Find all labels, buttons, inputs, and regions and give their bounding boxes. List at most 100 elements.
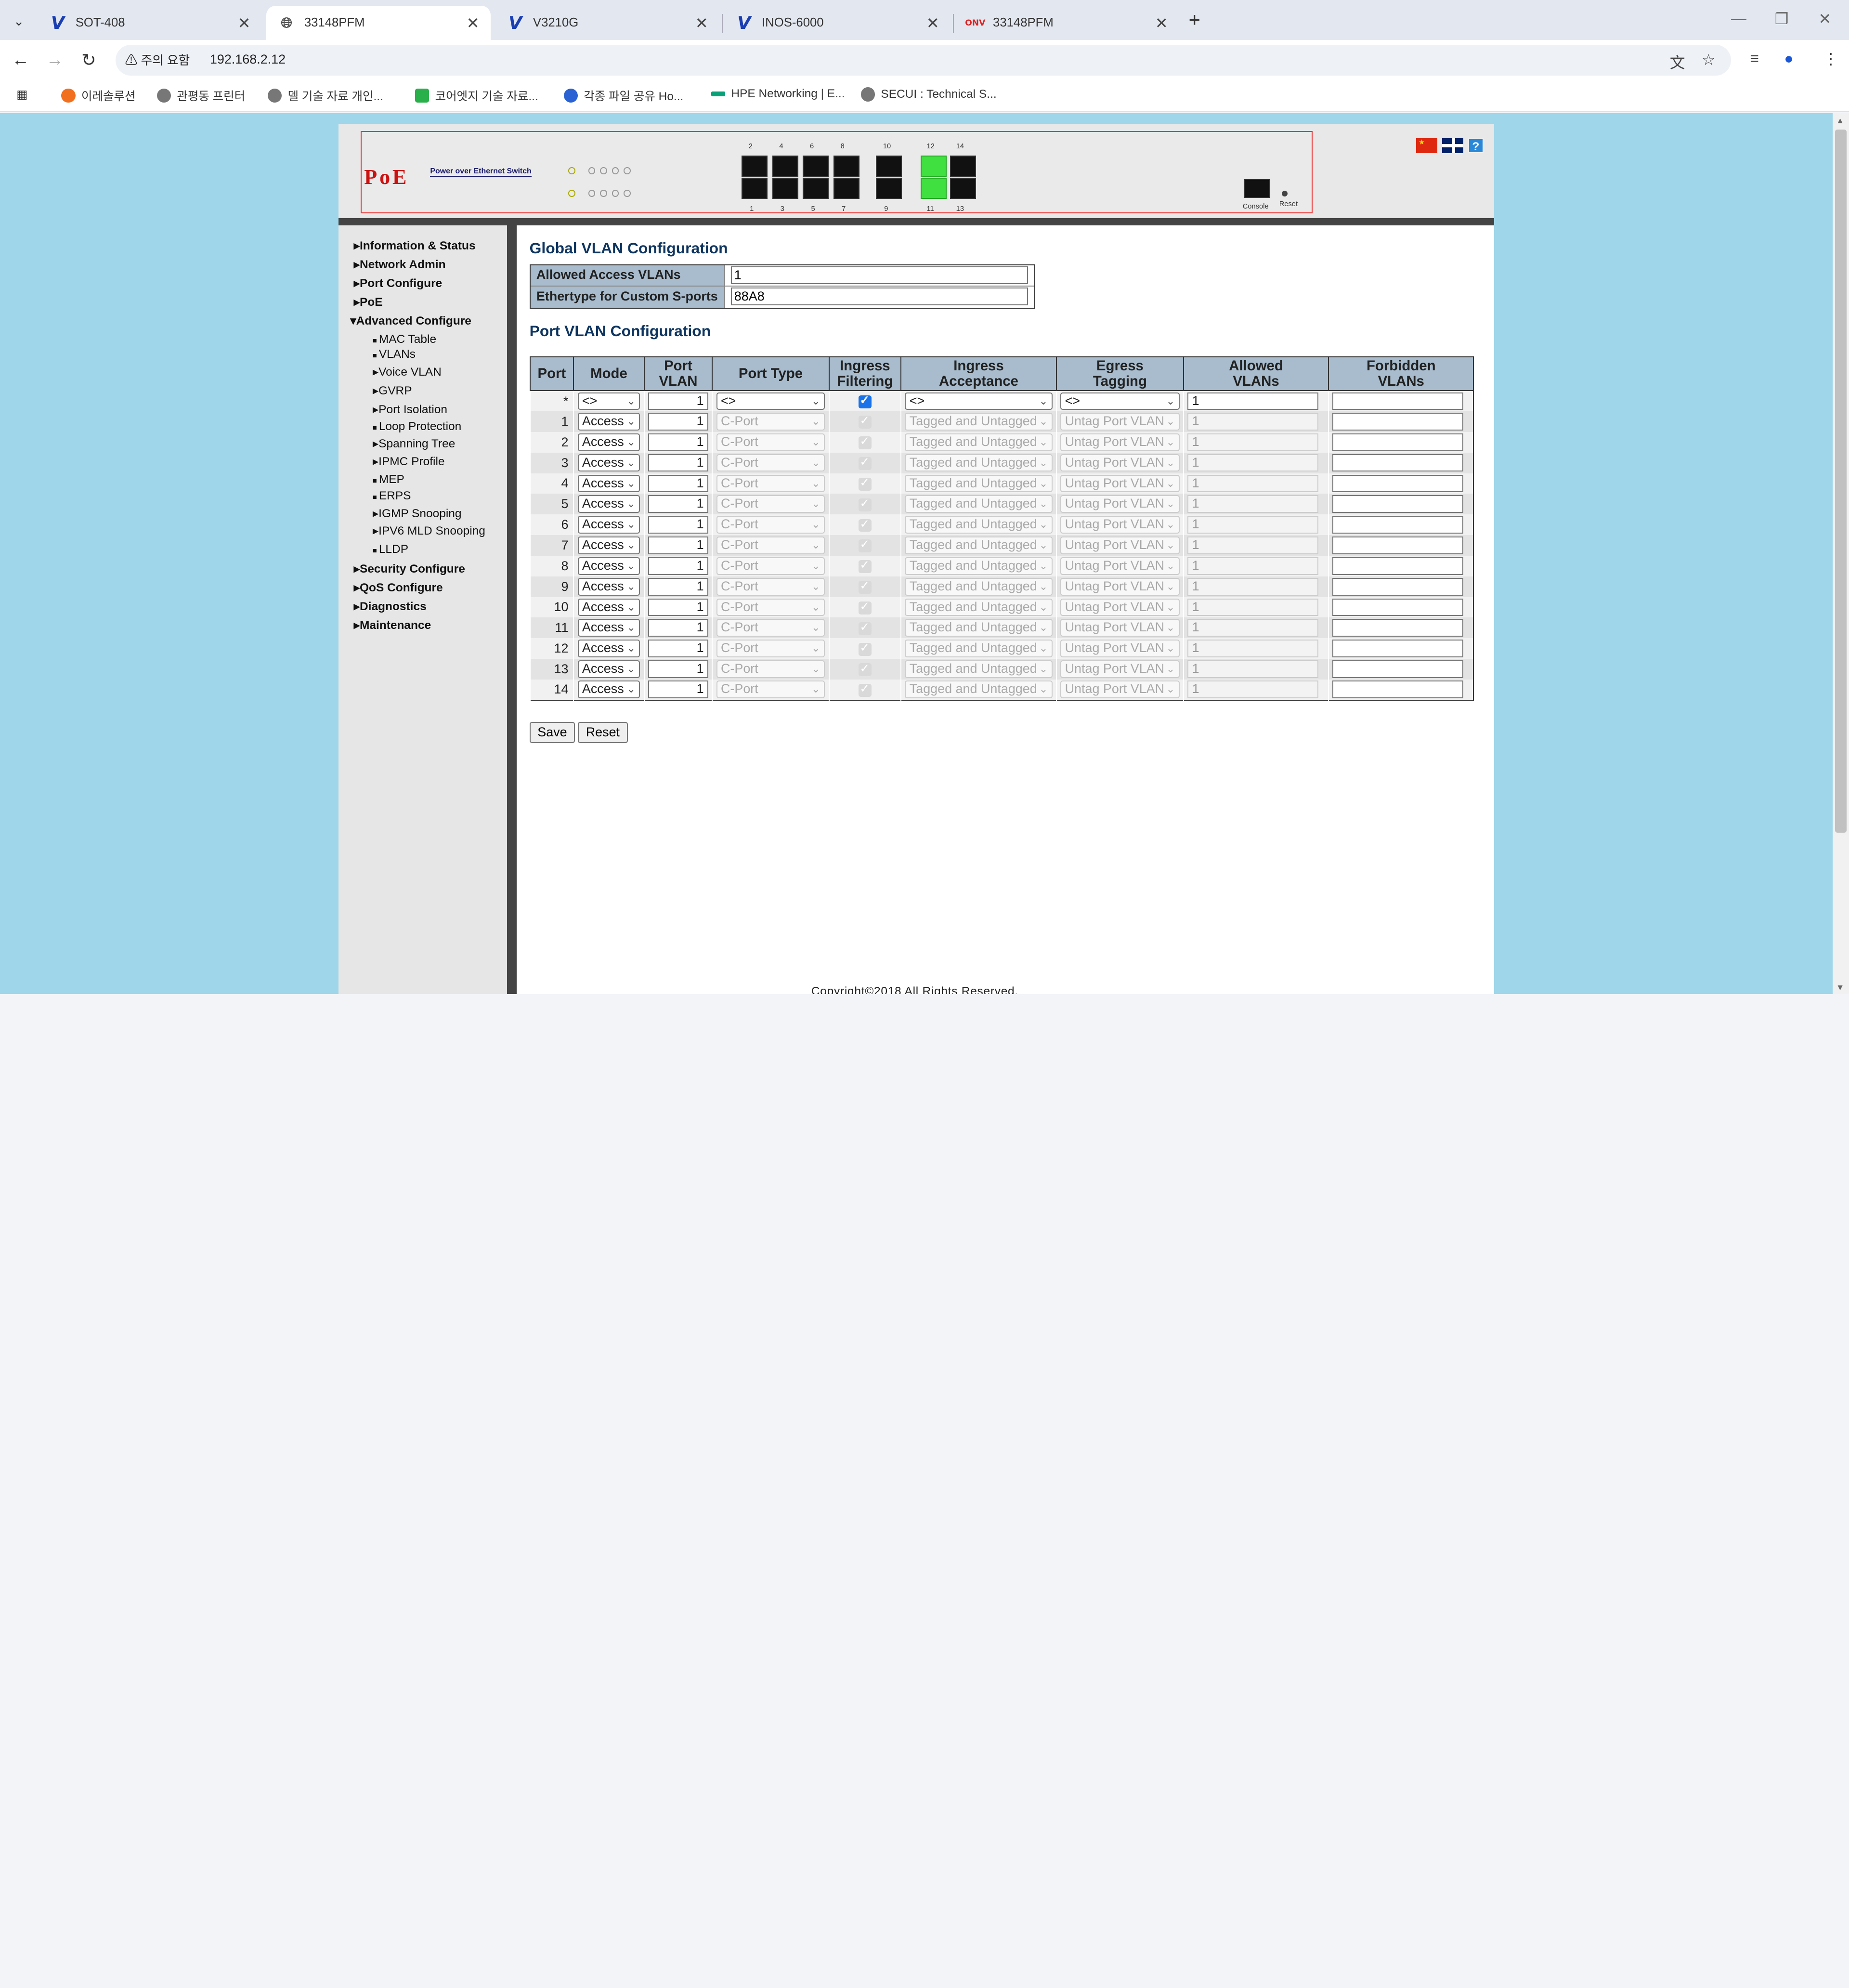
bookmark-item[interactable]: SECUI : Technical S... xyxy=(860,87,997,102)
sidebar-item-port-configure[interactable]: ▸Port Configure xyxy=(354,276,443,290)
translate-icon[interactable]: 文 xyxy=(1670,51,1685,73)
close-icon[interactable]: ✕ xyxy=(691,14,712,32)
browser-tab[interactable]: V V3210G ✕ xyxy=(495,6,719,40)
sidebar-item-lldp[interactable]: ■ LLDP xyxy=(373,543,408,556)
new-tab-button[interactable]: + xyxy=(1189,8,1200,31)
mode-select[interactable]: Access ⌄ xyxy=(577,680,640,699)
mode-select[interactable]: Access ⌄ xyxy=(577,495,640,513)
port-vlan-input[interactable]: 1 xyxy=(648,454,708,472)
mode-select[interactable]: Access ⌄ xyxy=(577,433,640,451)
port-vlan-input[interactable]: 1 xyxy=(648,474,708,493)
forbidden-vlans-input[interactable] xyxy=(1332,392,1464,410)
ethernet-port-icon[interactable] xyxy=(741,155,768,177)
mode-select[interactable]: <> ⌄ xyxy=(577,392,640,410)
window-close-icon[interactable]: ✕ xyxy=(1818,10,1831,28)
forbidden-vlans-input[interactable] xyxy=(1332,640,1464,658)
chinese-flag-icon[interactable]: ★ xyxy=(1416,138,1438,154)
ethernet-port-link-up-icon[interactable] xyxy=(921,155,947,177)
restore-icon[interactable]: ❐ xyxy=(1775,10,1789,28)
sidebar-item-mac-table[interactable]: ■ MAC Table xyxy=(373,333,436,346)
forbidden-vlans-input[interactable] xyxy=(1332,619,1464,637)
port-vlan-input[interactable]: 1 xyxy=(648,680,708,699)
close-icon[interactable]: ✕ xyxy=(1151,14,1172,32)
back-arrow-icon[interactable]: ← xyxy=(12,50,29,70)
mode-select[interactable]: Access ⌄ xyxy=(577,577,640,596)
forbidden-vlans-input[interactable] xyxy=(1332,516,1464,534)
sidebar-item-port-isolation[interactable]: ▸Port Isolation xyxy=(373,402,447,417)
ethernet-port-icon[interactable] xyxy=(833,155,859,177)
forbidden-vlans-input[interactable] xyxy=(1332,433,1464,451)
mode-select[interactable]: Access ⌄ xyxy=(577,619,640,637)
sidebar-item-igmp-snooping[interactable]: ▸IGMP Snooping xyxy=(373,506,462,521)
forbidden-vlans-input[interactable] xyxy=(1332,454,1464,472)
ethernet-port-icon[interactable] xyxy=(876,178,902,199)
reload-icon[interactable]: ↻ xyxy=(81,50,96,70)
ethernet-port-icon[interactable] xyxy=(772,178,798,199)
forbidden-vlans-input[interactable] xyxy=(1332,577,1464,596)
forbidden-vlans-input[interactable] xyxy=(1332,660,1464,678)
mode-select[interactable]: Access ⌄ xyxy=(577,536,640,554)
forbidden-vlans-input[interactable] xyxy=(1332,536,1464,554)
ethernet-port-icon[interactable] xyxy=(876,155,902,177)
ingress-filtering-checkbox[interactable] xyxy=(858,393,872,408)
port-vlan-input[interactable]: 1 xyxy=(648,392,708,410)
forbidden-vlans-input[interactable] xyxy=(1332,680,1464,699)
close-icon[interactable]: ✕ xyxy=(462,14,483,32)
sidebar-item-vlans[interactable]: ■ VLANs xyxy=(373,348,416,361)
bookmark-item[interactable]: 델 기술 자료 개인... xyxy=(267,87,383,104)
close-icon[interactable]: ✕ xyxy=(234,14,255,32)
port-vlan-input[interactable]: 1 xyxy=(648,619,708,637)
sidebar-item-erps[interactable]: ■ ERPS xyxy=(373,489,411,503)
forbidden-vlans-input[interactable] xyxy=(1332,413,1464,431)
sidebar-item-ipmc-profile[interactable]: ▸IPMC Profile xyxy=(373,454,445,469)
forbidden-vlans-input[interactable] xyxy=(1332,495,1464,513)
ethernet-port-icon[interactable] xyxy=(741,178,768,199)
port-vlan-input[interactable]: 1 xyxy=(648,536,708,554)
sidebar-item-advanced-configure[interactable]: ▾Advanced Configure xyxy=(350,314,471,328)
ethernet-port-icon[interactable] xyxy=(772,155,798,177)
port-vlan-input[interactable]: 1 xyxy=(648,495,708,513)
egress-tagging-select[interactable]: <> ⌄ xyxy=(1060,392,1180,410)
scroll-up-icon[interactable]: ▲ xyxy=(1836,116,1844,126)
port-type-select[interactable]: <> ⌄ xyxy=(716,392,825,410)
sidebar-item-gvrp[interactable]: ▸GVRP xyxy=(373,383,412,398)
port-vlan-input[interactable]: 1 xyxy=(648,557,708,575)
mode-select[interactable]: Access ⌄ xyxy=(577,474,640,493)
profile-avatar-icon[interactable]: ● xyxy=(1784,50,1793,67)
forbidden-vlans-input[interactable] xyxy=(1332,557,1464,575)
ethernet-port-icon[interactable] xyxy=(803,178,829,199)
close-icon[interactable]: ✕ xyxy=(922,14,943,32)
sidebar-item-maintenance[interactable]: ▸Maintenance xyxy=(354,618,431,632)
ethernet-port-icon[interactable] xyxy=(803,155,829,177)
scroll-down-icon[interactable]: ▼ xyxy=(1836,982,1844,993)
ethernet-port-icon[interactable] xyxy=(833,178,859,199)
browser-tab[interactable]: ONV 33148PFM ✕ xyxy=(955,6,1179,40)
page-scrollbar[interactable]: ▲ ▼ xyxy=(1832,113,1849,994)
port-vlan-input[interactable]: 1 xyxy=(648,577,708,596)
browser-tab[interactable]: V INOS-6000 ✕ xyxy=(724,6,951,40)
sidebar-item-diagnostics[interactable]: ▸Diagnostics xyxy=(354,599,427,614)
bookmark-item[interactable]: 이레솔루션 xyxy=(61,87,136,104)
ethernet-port-icon[interactable] xyxy=(950,178,977,199)
url-text[interactable]: 192.168.2.12 xyxy=(210,52,286,67)
ethernet-port-link-up-icon[interactable] xyxy=(921,178,947,199)
sidebar-item-voice-vlan[interactable]: ▸Voice VLAN xyxy=(373,365,442,379)
bookmark-star-icon[interactable]: ☆ xyxy=(1702,51,1716,69)
tab-search-button[interactable]: ⌄ xyxy=(7,11,31,32)
menu-kebab-icon[interactable]: ⋮ xyxy=(1823,50,1838,68)
port-vlan-input[interactable]: 1 xyxy=(648,660,708,678)
mode-select[interactable]: Access ⌄ xyxy=(577,598,640,616)
minimize-icon[interactable]: — xyxy=(1731,10,1746,27)
bookmark-item[interactable]: 관평동 프린터 xyxy=(156,87,245,104)
port-vlan-input[interactable]: 1 xyxy=(648,516,708,534)
save-button[interactable]: Save xyxy=(529,721,575,743)
allowed-vlans-input[interactable]: 1 xyxy=(1187,392,1319,410)
reset-button[interactable]: Reset xyxy=(578,721,628,743)
forbidden-vlans-input[interactable] xyxy=(1332,474,1464,493)
browser-tab-active[interactable]: 🌐︎ 33148PFM ✕ xyxy=(266,6,491,40)
bookmark-item[interactable]: 코어엣지 기술 자료... xyxy=(415,87,538,104)
port-vlan-input[interactable]: 1 xyxy=(648,433,708,451)
apps-grid-icon[interactable]: ▦ xyxy=(16,87,27,102)
sidebar-item-mep[interactable]: ■ MEP xyxy=(373,473,404,486)
sidebar-item-spanning-tree[interactable]: ▸Spanning Tree xyxy=(373,436,455,451)
